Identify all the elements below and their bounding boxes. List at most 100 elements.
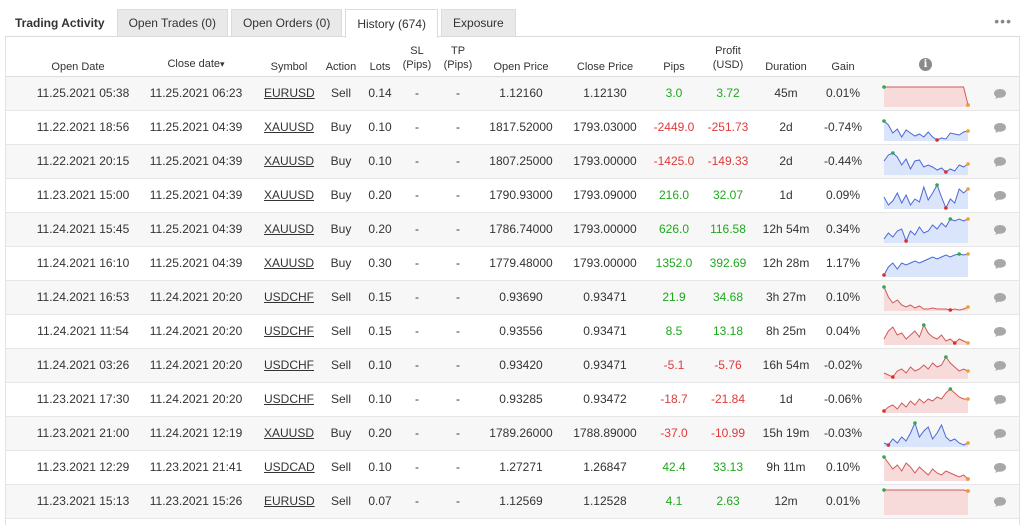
tp-cell: - [456, 460, 460, 474]
tab-exposure[interactable]: Exposure [441, 9, 516, 36]
header-close-price[interactable]: Close Price [568, 60, 642, 74]
table-row[interactable]: 11.24.2021 11:54 11.24.2021 20:20 USDCHF Se… [6, 315, 1019, 349]
header-action[interactable]: Action [322, 60, 360, 74]
table-row[interactable]: 11.25.2021 05:38 11.25.2021 06:23 EURUSD Se… [6, 77, 1019, 111]
table-row[interactable]: 11.23.2021 15:00 11.25.2021 04:39 XAUUSD Bu… [6, 179, 1019, 213]
comment-icon[interactable] [993, 156, 1007, 168]
table-row[interactable]: 11.24.2021 16:10 11.25.2021 04:39 XAUUSD Bu… [6, 247, 1019, 281]
header-open-price[interactable]: Open Price [486, 60, 556, 74]
symbol-link-wrap: USDCAD [264, 451, 315, 484]
header-gain[interactable]: Gain [824, 60, 862, 74]
header-open-date[interactable]: Open Date [46, 60, 110, 74]
sparkline-high-dot [935, 183, 939, 187]
sparkline-last-dot [966, 369, 970, 373]
profit-cell: 3.72 [716, 86, 740, 100]
profit-cell: -5.76 [714, 358, 742, 372]
symbol-link[interactable]: XAUUSD [264, 188, 314, 202]
sl-cell-wrap: - [398, 281, 436, 314]
profit-cell: -21.84 [710, 392, 746, 406]
sparkline-area [884, 185, 968, 209]
comment-icon[interactable] [993, 428, 1007, 440]
open-price-cell: 0.93420 [499, 358, 543, 372]
duration-cell: 2d [779, 154, 793, 168]
symbol-link[interactable]: XAUUSD [264, 426, 314, 440]
header-close-date[interactable]: Close date▾ [161, 57, 231, 71]
profit-cell-wrap: 32.07 [703, 179, 753, 212]
symbol-link[interactable]: USDCHF [264, 392, 314, 406]
symbol-link[interactable]: USDCAD [264, 460, 315, 474]
comment-icon[interactable] [993, 122, 1007, 134]
symbol-link[interactable]: EURUSD [264, 494, 315, 508]
more-dots-icon[interactable]: ••• [994, 13, 1012, 29]
symbol-link[interactable]: USDCHF [264, 290, 314, 304]
tab-open-trades[interactable]: Open Trades (0) [116, 9, 228, 36]
table-row[interactable]: 11.22.2021 18:56 11.25.2021 04:39 XAUUSD Bu… [6, 111, 1019, 145]
symbol-link[interactable]: EURUSD [264, 86, 315, 100]
gain-cell: 0.10% [825, 460, 861, 474]
table-row[interactable]: 11.23.2021 15:13 11.23.2021 15:26 EURUSD Se… [6, 485, 1019, 519]
sparkline-area [884, 423, 968, 447]
header-profit[interactable]: Profit (USD) [706, 44, 750, 72]
tp-cell-wrap: - [439, 451, 477, 484]
table-row[interactable]: 11.24.2021 03:26 11.24.2021 20:20 USDCHF Se… [6, 349, 1019, 383]
symbol-link[interactable]: XAUUSD [264, 120, 314, 134]
header-sl[interactable]: SL (Pips) [398, 44, 436, 72]
close-date-cell-wrap: 11.25.2021 04:39 [146, 111, 246, 144]
symbol-link-wrap: USDCHF [264, 383, 314, 416]
info-icon[interactable]: i [919, 58, 932, 71]
comment-icon[interactable] [993, 394, 1007, 406]
table-row[interactable]: 11.23.2021 17:30 11.24.2021 20:20 USDCHF Se… [6, 383, 1019, 417]
close-date-cell-wrap: 11.25.2021 06:23 [146, 77, 246, 110]
action-cell: Buy [330, 154, 352, 168]
sparkline-last-dot [966, 103, 970, 107]
sl-cell: - [415, 392, 419, 406]
comment-icon[interactable] [993, 292, 1007, 304]
sparkline-low-dot [882, 409, 886, 413]
comment-icon[interactable] [993, 224, 1007, 236]
open-date-cell: 11.22.2021 20:15 [36, 154, 130, 168]
sparkline-high-dot [957, 252, 961, 256]
symbol-link[interactable]: XAUUSD [264, 222, 314, 236]
sl-cell-wrap: - [398, 213, 436, 246]
comment-icon[interactable] [993, 496, 1007, 508]
sparkline-high-dot [891, 151, 895, 155]
sparkline-high-dot [882, 85, 886, 89]
table-row[interactable]: 11.22.2021 20:15 11.25.2021 04:39 XAUUSD Bu… [6, 145, 1019, 179]
comment-icon[interactable] [993, 258, 1007, 270]
symbol-link[interactable]: USDCHF [264, 358, 314, 372]
header-duration[interactable]: Duration [758, 60, 814, 74]
sl-cell-wrap: - [398, 485, 436, 518]
header-tp-unit: (Pips) [443, 59, 473, 71]
symbol-link[interactable]: XAUUSD [264, 256, 314, 270]
table-row[interactable]: 11.24.2021 15:45 11.25.2021 04:39 XAUUSD Bu… [6, 213, 1019, 247]
comment-icon[interactable] [993, 326, 1007, 338]
sparkline-low-dot [935, 138, 939, 142]
symbol-link[interactable]: XAUUSD [264, 154, 314, 168]
close-date-cell: 11.24.2021 20:20 [149, 290, 243, 304]
lots-cell: 0.20 [368, 426, 392, 440]
comment-icon[interactable] [993, 360, 1007, 372]
lots-cell: 0.20 [368, 222, 392, 236]
comment-icon[interactable] [993, 190, 1007, 202]
comment-icon[interactable] [993, 462, 1007, 474]
tab-open-orders[interactable]: Open Orders (0) [230, 9, 343, 36]
sparkline-last-dot [966, 252, 970, 256]
tab-history[interactable]: History (674) [345, 9, 439, 38]
comment-icon[interactable] [993, 88, 1007, 100]
duration-cell-wrap: 2d [758, 145, 814, 178]
table-row[interactable]: 11.23.2021 12:29 11.23.2021 21:41 USDCAD Se… [6, 451, 1019, 485]
header-lots[interactable]: Lots [364, 60, 396, 74]
table-row[interactable]: 11.24.2021 16:53 11.24.2021 20:20 USDCHF Se… [6, 281, 1019, 315]
sl-cell: - [415, 120, 419, 134]
header-symbol[interactable]: Symbol [266, 60, 312, 74]
open-date-cell-wrap: 11.22.2021 18:56 [21, 111, 145, 144]
gain-cell-wrap: 0.01% [818, 77, 868, 110]
table-row[interactable]: 11.23.2021 21:00 11.24.2021 12:19 XAUUSD Bu… [6, 417, 1019, 451]
header-pips[interactable]: Pips [654, 60, 694, 74]
header-tp[interactable]: TP (Pips) [439, 44, 477, 72]
gain-sparkline [882, 387, 970, 413]
open-price-cell-wrap: 0.93690 [481, 281, 561, 314]
symbol-link[interactable]: USDCHF [264, 324, 314, 338]
symbol-link-wrap: EURUSD [264, 485, 315, 518]
lots-cell: 0.15 [368, 290, 392, 304]
